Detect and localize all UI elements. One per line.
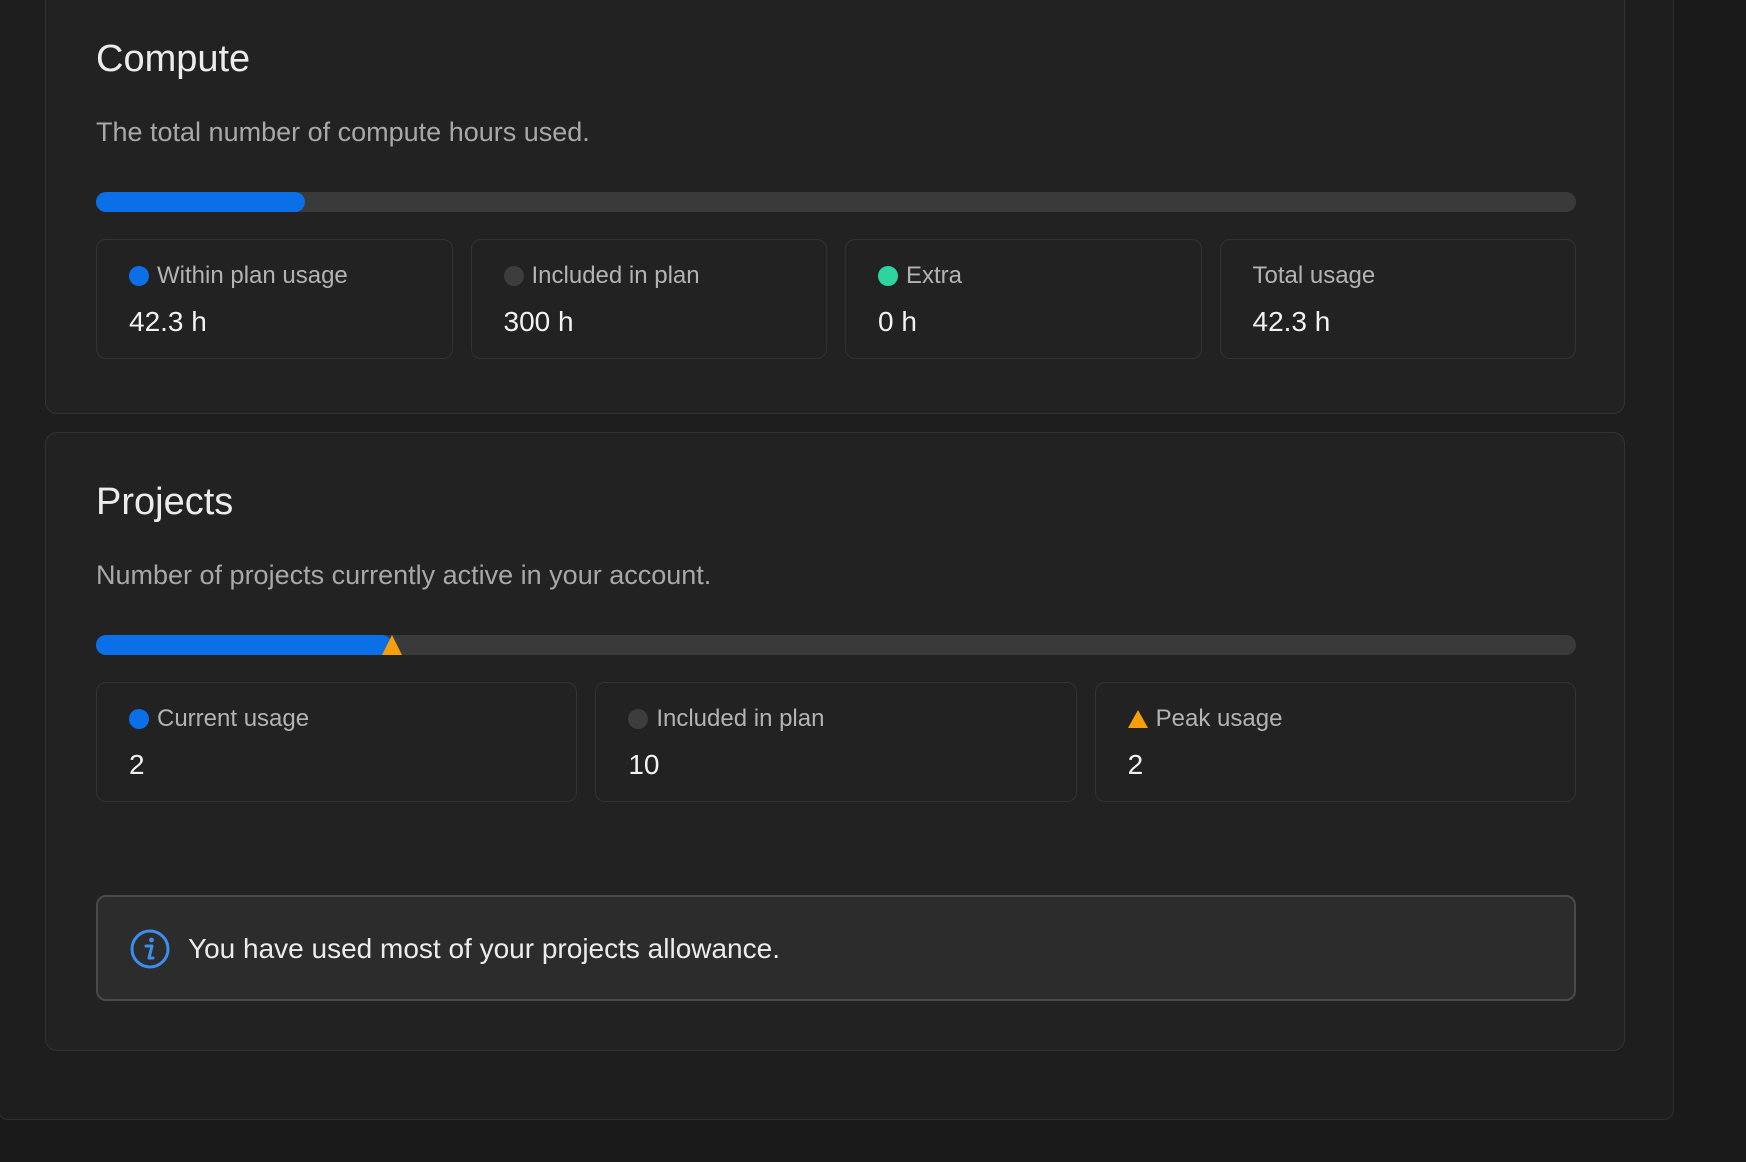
stat-within-plan-usage: Within plan usage 42.3 h — [96, 239, 453, 359]
info-icon — [130, 929, 170, 969]
stat-value: 10 — [628, 749, 660, 780]
stat-current-usage: Current usage 2 — [96, 682, 578, 802]
stat-label: Included in plan — [656, 705, 825, 732]
projects-progress-fill — [96, 635, 392, 655]
blue-dot-icon — [129, 266, 149, 286]
projects-card: Projects Number of projects currently ac… — [45, 432, 1625, 1051]
projects-stats: Current usage 2 Included in plan 10 Peak… — [96, 682, 1576, 802]
blue-dot-icon — [129, 709, 149, 729]
stat-value: 2 — [1127, 749, 1144, 780]
stat-label: Included in plan — [531, 262, 700, 289]
gray-dot-icon — [628, 709, 649, 729]
stat-extra: Extra 0 h — [845, 239, 1202, 359]
projects-progress-bar — [96, 635, 1576, 655]
compute-stats: Within plan usage 42.3 h Included in pla… — [96, 239, 1576, 359]
stat-label: Extra — [906, 262, 963, 289]
peak-marker-icon — [382, 635, 402, 655]
gray-dot-icon — [503, 266, 524, 286]
stat-value: 0 h — [878, 306, 917, 337]
green-dot-icon — [878, 266, 898, 286]
compute-progress-bar — [96, 192, 1576, 212]
stat-value: 42.3 h — [1252, 306, 1331, 337]
projects-description: Number of projects currently active in y… — [96, 560, 712, 590]
stat-label: Within plan usage — [157, 262, 348, 289]
stat-value: 2 — [129, 749, 145, 780]
compute-progress-fill — [96, 192, 305, 212]
projects-title: Projects — [96, 481, 234, 523]
projects-allowance-notice: You have used most of your projects allo… — [96, 895, 1576, 1001]
triangle-icon — [1127, 710, 1148, 728]
stat-included-in-plan: Included in plan 300 h — [470, 239, 827, 359]
stat-value: 42.3 h — [129, 306, 207, 337]
stat-label: Peak usage — [1155, 705, 1283, 732]
stat-value: 300 h — [503, 306, 574, 337]
stat-included-in-plan: Included in plan 10 — [595, 682, 1077, 802]
usage-panel: Compute The total number of compute hour… — [0, 0, 1674, 1120]
notice-text: You have used most of your projects allo… — [188, 933, 780, 964]
stat-peak-usage: Peak usage 2 — [1094, 682, 1576, 802]
compute-title: Compute — [96, 38, 251, 80]
compute-card: Compute The total number of compute hour… — [45, 0, 1625, 414]
stat-label: Current usage — [157, 705, 310, 732]
compute-description: The total number of compute hours used. — [96, 117, 590, 147]
stat-total-usage: Total usage 42.3 h — [1219, 239, 1576, 359]
stat-label: Total usage — [1252, 262, 1376, 289]
